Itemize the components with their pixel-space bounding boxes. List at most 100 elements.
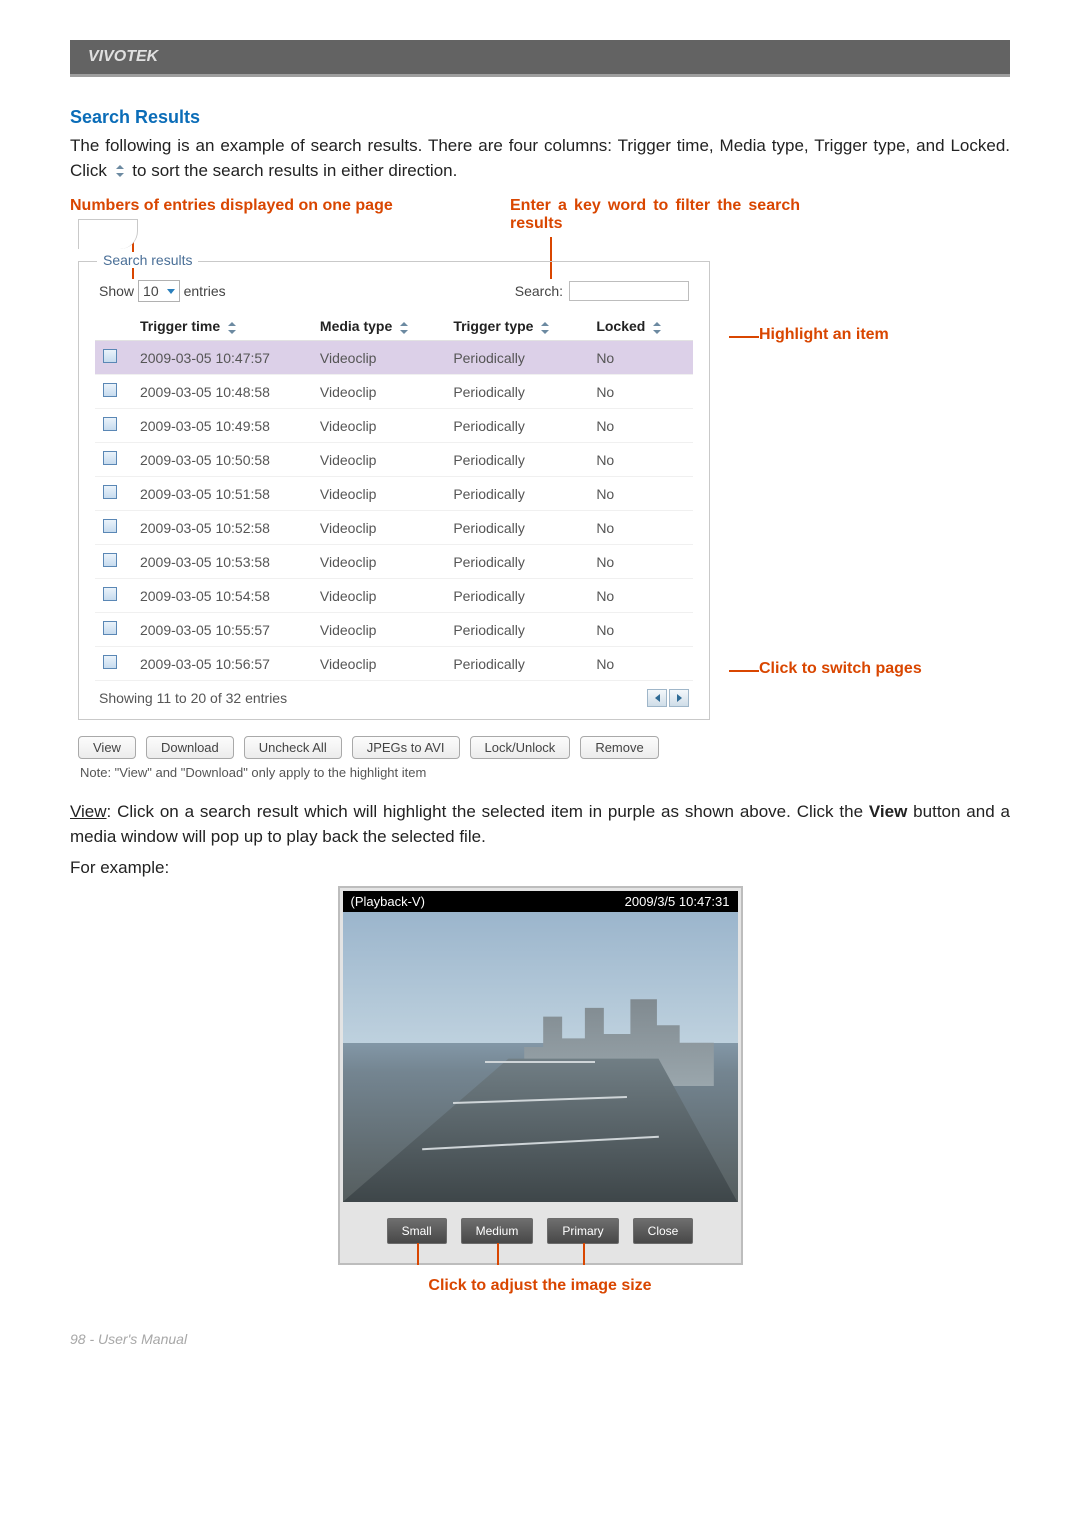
lock-unlock-button[interactable]: Lock/Unlock [470, 736, 571, 759]
size-small-button[interactable]: Small [387, 1218, 447, 1244]
show-label: Show [99, 283, 134, 299]
search-input[interactable] [569, 281, 689, 301]
cell-trigger-time: 2009-03-05 10:50:58 [132, 443, 312, 477]
cell-media-type: Videoclip [312, 545, 445, 579]
footer-text: 98 - User's Manual [70, 1331, 187, 1347]
close-button[interactable]: Close [633, 1218, 694, 1244]
size-primary-button[interactable]: Primary [547, 1218, 618, 1244]
view-button[interactable]: View [78, 736, 136, 759]
col-locked[interactable]: Locked [588, 312, 693, 341]
table-row[interactable]: 2009-03-05 10:51:58VideoclipPeriodically… [95, 477, 693, 511]
col-trigger-time[interactable]: Trigger time [132, 312, 312, 341]
annot-line [497, 1243, 499, 1265]
uncheck-all-button[interactable]: Uncheck All [244, 736, 342, 759]
table-row[interactable]: 2009-03-05 10:48:58VideoclipPeriodically… [95, 375, 693, 409]
cell-media-type: Videoclip [312, 409, 445, 443]
cell-trigger-type: Periodically [445, 511, 588, 545]
cell-media-type: Videoclip [312, 613, 445, 647]
col-media-type[interactable]: Media type [312, 312, 445, 341]
cell-trigger-type: Periodically [445, 409, 588, 443]
sort-icon [398, 322, 410, 334]
playback-controls: Small Medium Primary Close [343, 1202, 738, 1260]
search-label: Search: [515, 283, 563, 299]
table-row[interactable]: 2009-03-05 10:54:58VideoclipPeriodically… [95, 579, 693, 613]
col-locked-label: Locked [596, 318, 645, 334]
cell-trigger-time: 2009-03-05 10:56:57 [132, 647, 312, 681]
row-checkbox[interactable] [103, 485, 117, 499]
search-results-panel: Search results Show 10 entries Search: [78, 261, 710, 720]
cell-trigger-time: 2009-03-05 10:51:58 [132, 477, 312, 511]
for-example: For example: [70, 856, 1010, 881]
results-table: Trigger time Media type Trigger type [95, 312, 693, 681]
cell-media-type: Videoclip [312, 511, 445, 545]
table-row[interactable]: 2009-03-05 10:50:58VideoclipPeriodically… [95, 443, 693, 477]
col-trigger-type-label: Trigger type [453, 318, 533, 334]
table-row[interactable]: 2009-03-05 10:49:58VideoclipPeriodically… [95, 409, 693, 443]
showing-status: Showing 11 to 20 of 32 entries [99, 690, 287, 706]
triangle-right-icon [677, 694, 682, 702]
cell-trigger-type: Periodically [445, 613, 588, 647]
table-row[interactable]: 2009-03-05 10:55:57VideoclipPeriodically… [95, 613, 693, 647]
cell-trigger-type: Periodically [445, 579, 588, 613]
row-checkbox[interactable] [103, 383, 117, 397]
annot-line [729, 670, 759, 672]
row-checkbox[interactable] [103, 553, 117, 567]
view-explain: View: Click on a search result which wil… [70, 800, 1010, 849]
btn-label: Medium [476, 1224, 519, 1238]
view-bold: View [869, 802, 907, 821]
pager [647, 689, 689, 707]
remove-button[interactable]: Remove [580, 736, 658, 759]
cell-trigger-time: 2009-03-05 10:49:58 [132, 409, 312, 443]
cell-locked: No [588, 477, 693, 511]
download-button[interactable]: Download [146, 736, 234, 759]
table-row[interactable]: 2009-03-05 10:52:58VideoclipPeriodically… [95, 511, 693, 545]
annot-entries-text: Numbers of entries displayed on one page [70, 197, 393, 214]
cell-locked: No [588, 613, 693, 647]
entries-suffix: entries [184, 283, 226, 299]
jpegs-to-avi-button[interactable]: JPEGs to AVI [352, 736, 460, 759]
prev-page-button[interactable] [647, 689, 667, 707]
annot-adjust-size: Click to adjust the image size [70, 1277, 1010, 1295]
table-row[interactable]: 2009-03-05 10:56:57VideoclipPeriodically… [95, 647, 693, 681]
entries-value: 10 [143, 283, 159, 299]
cell-locked: No [588, 647, 693, 681]
chevron-down-icon [167, 289, 175, 294]
panel-legend: Search results [97, 252, 198, 268]
brand-header: VIVOTEK [70, 40, 1010, 77]
col-trigger-type[interactable]: Trigger type [445, 312, 588, 341]
playback-timestamp: 2009/3/5 10:47:31 [625, 894, 730, 909]
row-checkbox[interactable] [103, 621, 117, 635]
cell-trigger-time: 2009-03-05 10:52:58 [132, 511, 312, 545]
entries-dropdown[interactable]: 10 [138, 280, 180, 302]
annot-highlight-text: Highlight an item [759, 326, 889, 343]
sort-icon [114, 165, 126, 177]
row-checkbox[interactable] [103, 519, 117, 533]
row-checkbox[interactable] [103, 587, 117, 601]
table-row[interactable]: 2009-03-05 10:47:57VideoclipPeriodically… [95, 341, 693, 375]
cell-media-type: Videoclip [312, 443, 445, 477]
col-trigger-time-label: Trigger time [140, 318, 220, 334]
row-checkbox[interactable] [103, 451, 117, 465]
cell-trigger-type: Periodically [445, 647, 588, 681]
btn-label: Close [648, 1224, 679, 1238]
row-checkbox[interactable] [103, 655, 117, 669]
cell-trigger-time: 2009-03-05 10:48:58 [132, 375, 312, 409]
annot-search: Enter a key word to filter the search re… [510, 197, 800, 233]
annot-line [729, 336, 759, 338]
brand-text: VIVOTEK [88, 48, 158, 65]
action-buttons: View Download Uncheck All JPEGs to AVI L… [78, 736, 1010, 759]
cell-media-type: Videoclip [312, 647, 445, 681]
triangle-left-icon [655, 694, 660, 702]
annot-line [583, 1243, 585, 1265]
next-page-button[interactable] [669, 689, 689, 707]
size-medium-button[interactable]: Medium [461, 1218, 534, 1244]
table-row[interactable]: 2009-03-05 10:53:58VideoclipPeriodically… [95, 545, 693, 579]
row-checkbox[interactable] [103, 349, 117, 363]
row-checkbox[interactable] [103, 417, 117, 431]
cell-locked: No [588, 511, 693, 545]
annot-search-text: Enter a key word to filter the search re… [510, 197, 800, 232]
cell-trigger-type: Periodically [445, 341, 588, 375]
cell-media-type: Videoclip [312, 579, 445, 613]
btn-label: Primary [562, 1224, 603, 1238]
note-text: Note: "View" and "Download" only apply t… [80, 765, 1010, 780]
